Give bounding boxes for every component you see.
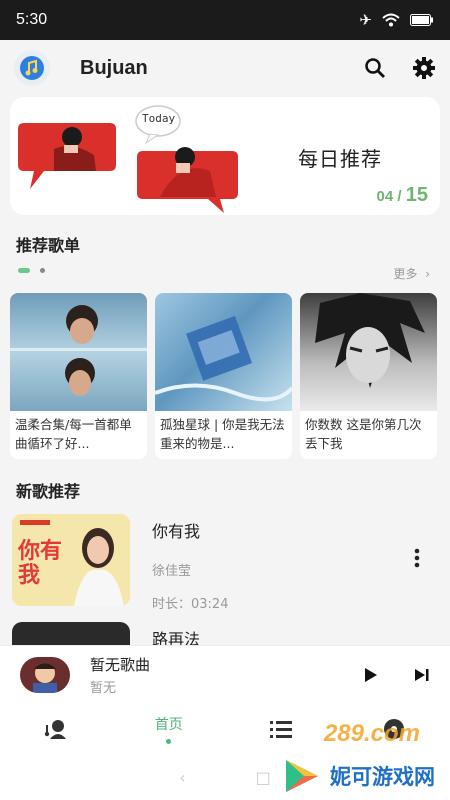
song-cover [12,622,130,646]
app-title: Bujuan [80,56,148,79]
tab-discover[interactable] [26,709,86,749]
playlist-name: 你数数 这是你第几次丢下我 [305,417,422,451]
chevron-right-icon: › [425,267,430,281]
music-note-icon [20,56,44,80]
song-title: 你有我 [152,522,201,541]
playlist-name: 孤独星球 | 你是我无法重来的物是... [160,417,285,451]
playlist-name: 温柔合集/每一首都单曲循环了好... [15,417,132,451]
watermark-top: 289.com [323,720,420,747]
settings-gear-icon[interactable] [412,56,436,80]
watermark-play-logo [286,760,318,792]
banner-total: 15 [405,184,428,206]
app-header: Bujuan [0,40,450,96]
tab-active-indicator [166,739,172,744]
skip-next-icon[interactable] [414,668,430,682]
app-logo[interactable] [14,50,50,86]
wifi-icon [382,13,400,27]
banner-current: 04 [376,188,394,205]
daily-recommend-banner[interactable]: Today 每日推荐 04 / 15 [10,97,440,215]
playlist-cover [300,293,437,411]
playlist-cover [10,293,147,411]
playlist-row: 温柔合集/每一首都单曲循环了好... 孤独星球 | 你是我无法重来的物是... … [10,293,440,459]
tab-home[interactable]: 首页 [139,709,199,749]
section-title-new-songs: 新歌推荐 [16,482,81,501]
mini-player[interactable]: 暂无歌曲 暂无 [0,645,450,703]
more-playlists-link[interactable]: 更多 › [393,265,430,282]
playlist-card[interactable]: 你数数 这是你第几次丢下我 [300,293,437,459]
section-title-playlists: 推荐歌单 [16,236,81,255]
list-icon [270,721,293,738]
banner-title: 每日推荐 [298,147,382,171]
status-bar: 5:30 ✈ [0,0,450,40]
watermark: 妮可游戏网 [276,752,450,800]
battery-icon [410,14,433,26]
status-icons: ✈ [359,11,434,29]
song-artist: 徐佳莹 [152,564,192,579]
tab-playlist[interactable] [251,709,311,749]
status-time: 5:30 [16,11,48,28]
banner-illustration [18,105,238,213]
carousel-dot-active [18,268,30,273]
song-duration: 时长：03:24 [152,597,229,612]
more-label: 更多 [393,267,418,281]
song-cover: 你有我 [12,514,130,606]
player-song-title: 暂无歌曲 [90,655,151,674]
search-icon[interactable] [364,57,386,79]
tab-home-label: 首页 [154,717,183,733]
song-item[interactable]: 你有我 你有我 徐佳莹 时长：03:24 [12,514,438,612]
more-vert-icon[interactable] [414,548,420,568]
player-artist: 暂无 [90,680,117,696]
today-badge: Today [142,112,176,125]
carousel-dots [18,268,45,273]
song-cover-text: 你有我 [18,539,63,588]
playlist-cover [155,293,292,411]
watermark-text: 妮可游戏网 [330,765,435,789]
airplane-icon: ✈ [359,11,372,29]
carousel-dot [40,268,45,273]
banner-page-counter: 04 / 15 [376,184,428,206]
play-icon[interactable] [364,667,378,683]
playlist-card[interactable]: 孤独星球 | 你是我无法重来的物是... [155,293,292,459]
home-icon[interactable]: □ [256,768,271,787]
player-avatar [20,656,70,693]
user-music-icon [45,720,67,739]
back-icon[interactable]: ‹ [179,768,185,787]
playlist-card[interactable]: 温柔合集/每一首都单曲循环了好... [10,293,147,459]
